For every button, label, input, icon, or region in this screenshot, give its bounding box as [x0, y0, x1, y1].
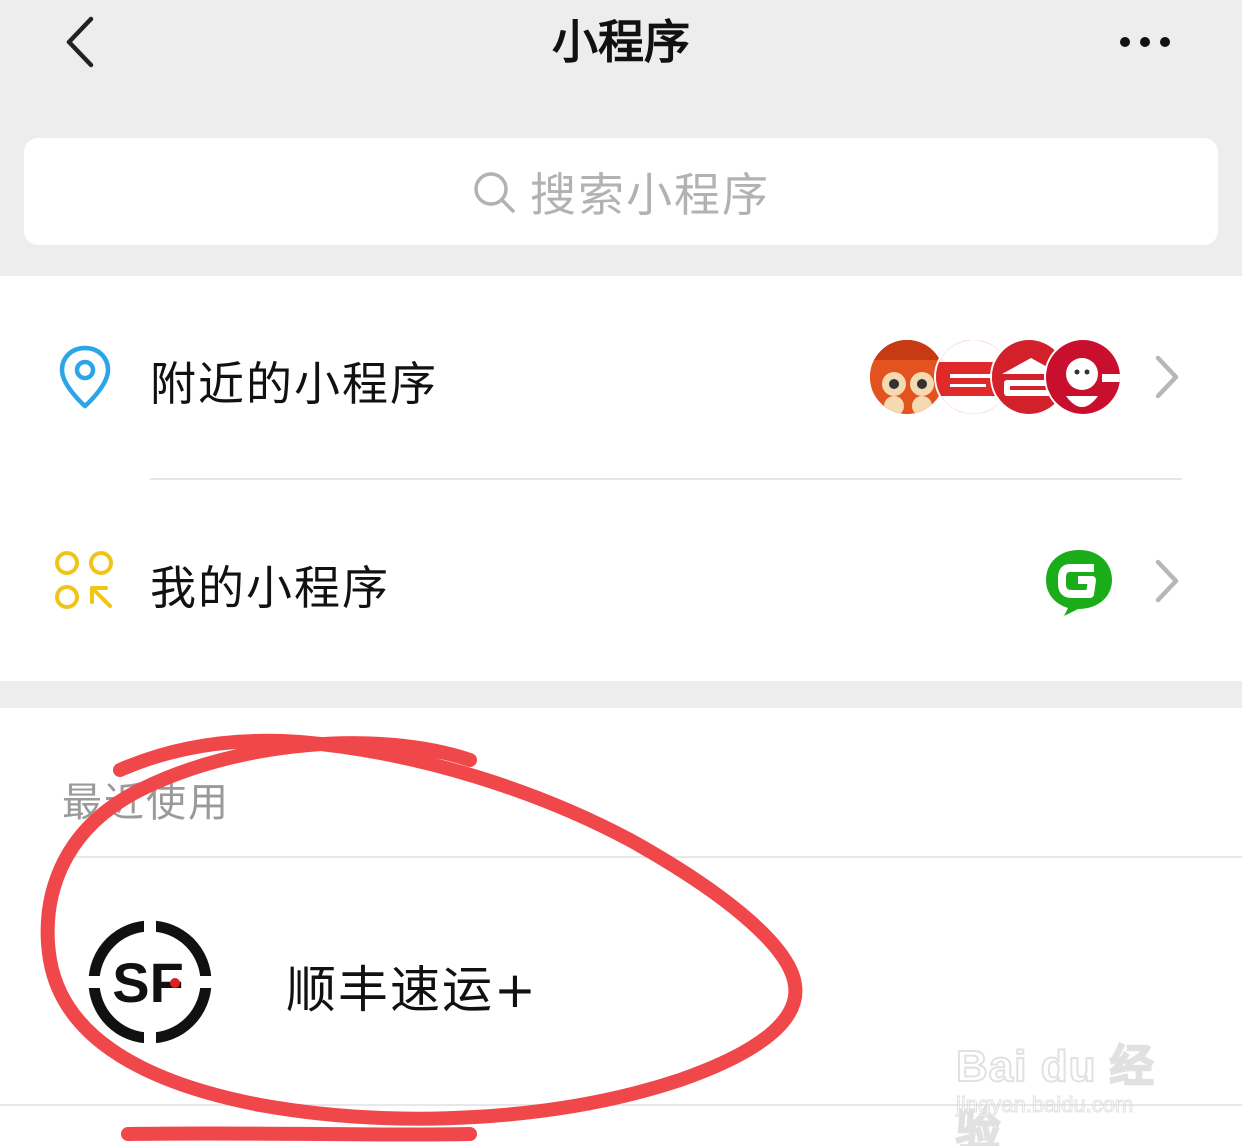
chevron-right-icon — [1155, 355, 1179, 399]
green-g-app-icon — [1042, 544, 1116, 618]
my-mini-programs-row[interactable]: 我的小程序 — [0, 480, 1242, 680]
preview-thumb-kfc — [1044, 338, 1122, 416]
section-gap — [0, 681, 1242, 708]
watermark-url: jingyan.baidu.com — [955, 1092, 1134, 1118]
location-pin-icon — [52, 344, 118, 410]
search-placeholder: 搜索小程序 — [530, 167, 770, 222]
watermark-brand: Bai du 经验 — [955, 1041, 1155, 1146]
search-icon — [474, 171, 515, 213]
sf-express-logo: SF — [88, 920, 212, 1044]
my-label: 我的小程序 — [150, 561, 390, 615]
nav-bar: 小程序 — [0, 0, 1242, 110]
baidu-watermark: Bai du 经验 jingyan.baidu.com — [950, 1010, 1190, 1146]
nearby-previews — [868, 338, 1128, 418]
menu-card: 附近的小程序 我的小程序 — [0, 276, 1242, 681]
recent-section-title: 最近使用 — [62, 780, 230, 826]
grid-circles-icon — [52, 548, 118, 614]
recent-app-name: 顺丰速运+ — [286, 961, 538, 1019]
chevron-right-icon — [1155, 559, 1179, 603]
nearby-mini-programs-row[interactable]: 附近的小程序 — [0, 276, 1242, 476]
more-dots-icon — [1120, 37, 1130, 47]
search-bar[interactable]: 搜索小程序 — [24, 138, 1218, 245]
more-button[interactable] — [1110, 22, 1180, 62]
nearby-label: 附近的小程序 — [150, 357, 438, 411]
page-title: 小程序 — [552, 15, 690, 69]
